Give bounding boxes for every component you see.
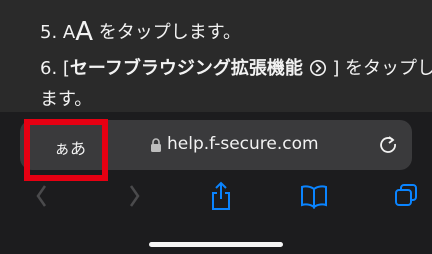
tabs-icon[interactable]: [393, 180, 419, 212]
chevron-left-icon[interactable]: [34, 180, 48, 212]
step-5-text: をタップします。: [98, 22, 241, 43]
step-6-continuation: ます。: [40, 89, 93, 110]
instruction-step-5: 5. AA をタップします。: [40, 17, 241, 47]
home-indicator: [149, 242, 283, 247]
step-5-number: 5.: [40, 22, 58, 43]
url-text[interactable]: help.f-secure.com: [167, 134, 319, 154]
small-a: A: [62, 22, 76, 43]
reload-icon[interactable]: [378, 134, 398, 154]
safe-browsing-extension-label: セーフブラウジング拡張機能: [69, 58, 303, 79]
instruction-step-6: 6. [セーフブラウジング拡張機能 ] をタップし: [40, 54, 432, 80]
step-6-tail: ] をタップし: [332, 58, 432, 79]
extension-icon: [309, 59, 326, 77]
big-a: A: [75, 17, 94, 47]
chevron-right-icon[interactable]: [128, 180, 142, 212]
lock-icon: [151, 138, 161, 152]
step-6-number: 6. [: [40, 58, 70, 79]
highlight-box: [24, 119, 108, 181]
share-icon[interactable]: [209, 180, 233, 212]
book-icon[interactable]: [299, 180, 329, 212]
